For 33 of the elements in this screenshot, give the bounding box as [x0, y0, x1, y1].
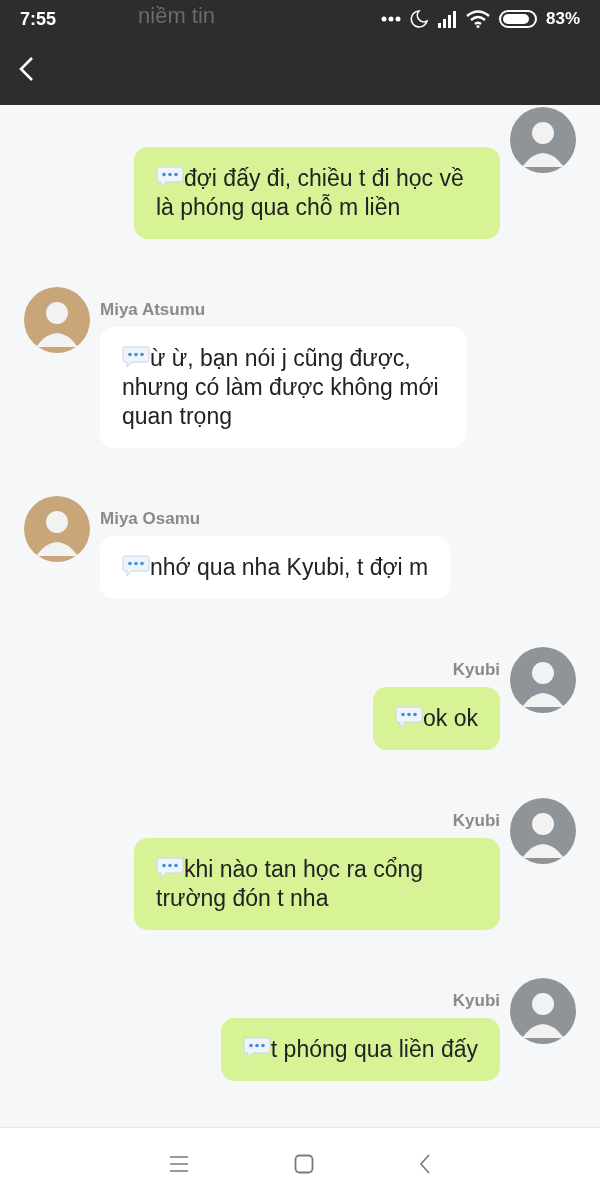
speech-bubble-icon	[242, 1036, 271, 1060]
message-bubble: ok ok	[373, 687, 500, 750]
message-bubble: nhớ qua nha Kyubi, t đợi m	[100, 536, 451, 599]
message-bubble: đợi đấy đi, chiều t đi học về là phóng qua chỗ m liền	[134, 147, 500, 239]
speech-bubble-icon	[122, 554, 150, 578]
sender-name: Miya Atsumu	[100, 300, 207, 320]
sender-name: Kyubi	[452, 660, 500, 680]
wifi-icon	[465, 10, 490, 28]
avatar[interactable]	[510, 107, 576, 173]
sender-name: Kyubi	[452, 811, 500, 831]
avatar[interactable]	[510, 798, 576, 864]
speech-bubble-icon	[156, 165, 184, 189]
message-bubble: t phóng qua liền đấy	[220, 1018, 500, 1081]
moon-icon	[409, 10, 428, 28]
avatar[interactable]	[24, 287, 90, 353]
battery-icon	[498, 10, 537, 28]
avatar[interactable]	[24, 496, 90, 562]
avatar[interactable]	[510, 978, 576, 1044]
speech-bubble-icon	[395, 705, 423, 729]
clock-time: 7:55	[20, 8, 57, 30]
chat-title: niềm tin	[138, 3, 216, 29]
more-dots-icon	[380, 16, 401, 22]
message-bubble: ừ ừ, bạn nói j cũng được, nhưng có làm được không mới quan trọng	[100, 327, 466, 448]
battery-percent: 83%	[545, 9, 580, 29]
message-bubble: khi nào tan học ra cổng trường đón t nha	[134, 838, 500, 930]
sender-name: Miya Osamu	[100, 509, 202, 529]
home-icon[interactable]	[294, 1154, 314, 1174]
speech-bubble-icon	[122, 345, 150, 369]
sender-name: Kyubi	[452, 991, 500, 1011]
avatar[interactable]	[510, 647, 576, 713]
signal-icon	[436, 10, 457, 28]
menu-icon[interactable]	[169, 1155, 189, 1173]
speech-bubble-icon	[156, 856, 184, 880]
